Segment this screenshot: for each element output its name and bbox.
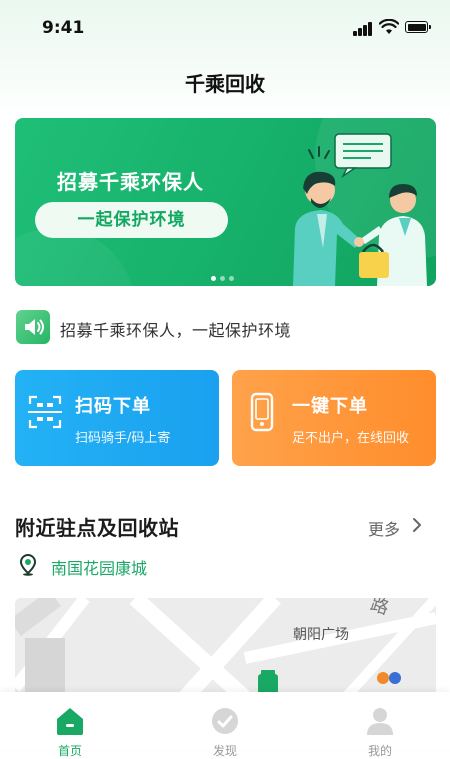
discover-icon [212,708,238,734]
tab-profile-label: 我的 [367,744,392,758]
nearby-map[interactable]: 朝阳广场 路 [15,598,436,698]
banner-headline: 招募千乘环保人 [57,170,204,194]
page-title: 千乘回收 [185,72,265,96]
tab-home[interactable]: 首页 [15,692,125,758]
bottom-tab-bar: 首页 发现 我的 [0,692,450,758]
user-icon [367,708,393,735]
speaker-icon [16,310,50,344]
wifi-icon [379,19,399,34]
promo-banner[interactable]: 招募千乘环保人 一起保护环境 [15,118,436,286]
tab-discover[interactable]: 发现 [170,692,280,758]
scan-order-title: 扫码下单 [75,396,151,417]
chevron-right-icon[interactable] [410,516,424,534]
status-time: 9:41 [42,18,85,38]
tab-profile[interactable]: 我的 [325,692,435,758]
tab-home-label: 首页 [57,744,82,758]
banner-cta-button[interactable]: 一起保护环境 [35,202,228,238]
pagination-dot[interactable] [220,276,225,281]
pagination-dot[interactable] [229,276,234,281]
nearby-section-title: 附近驻点及回收站 [15,516,179,540]
tab-discover-label: 发现 [212,744,237,758]
scan-order-subtitle: 扫码骑手/码上寄 [75,431,171,446]
handshake-illustration [293,133,427,286]
phone-icon [250,392,274,432]
current-location[interactable]: 南国花园康城 [51,555,147,579]
qr-scan-icon [28,395,62,429]
status-bar: 9:41 [0,0,450,56]
one-click-order-title: 一键下单 [292,396,368,417]
battery-icon [405,21,431,33]
banner-pagination [211,266,238,281]
one-click-order-subtitle: 足不出户，在线回收 [292,431,410,446]
home-icon [57,708,83,735]
scan-order-card[interactable]: 扫码下单 扫码骑手/码上寄 [15,370,219,466]
signal-icon [353,22,375,36]
notice-text[interactable]: 招募千乘环保人，一起保护环境 [60,317,291,341]
more-link[interactable]: 更多 [368,516,400,540]
one-click-order-card[interactable]: 一键下单 足不出户，在线回收 [232,370,436,466]
map-label: 朝阳广场 [293,627,349,643]
pagination-dot[interactable] [211,276,216,281]
location-pin-icon [19,554,37,576]
